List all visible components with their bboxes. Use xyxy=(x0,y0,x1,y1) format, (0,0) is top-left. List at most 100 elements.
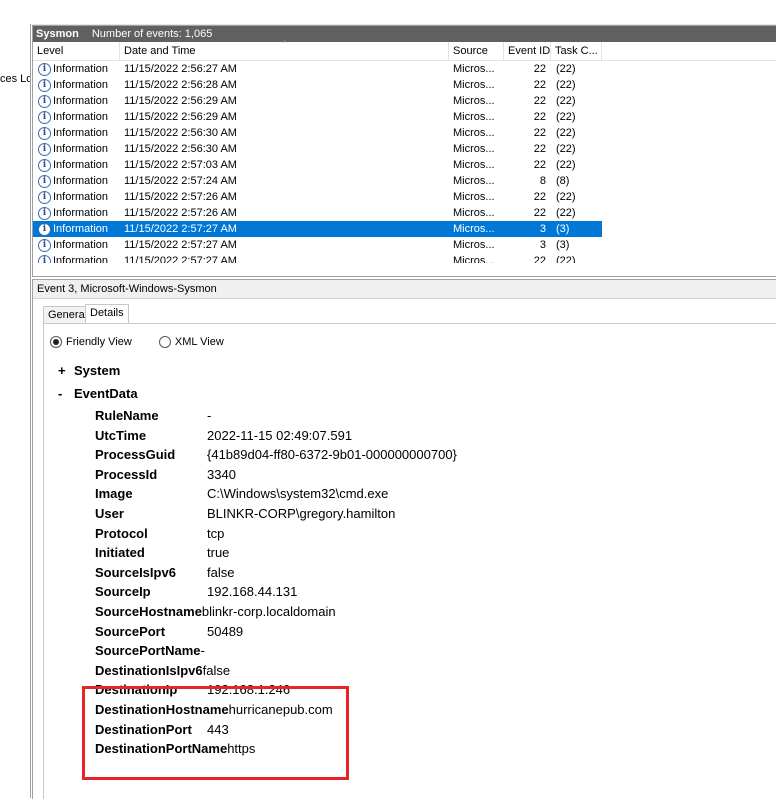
xml-view-label[interactable]: XML View xyxy=(175,336,224,348)
field-value: true xyxy=(207,545,230,561)
field-key: UtcTime xyxy=(95,427,147,443)
level-text: Information xyxy=(53,207,109,219)
source-cell: Micros... xyxy=(453,191,495,203)
level-text: Information xyxy=(53,79,109,91)
source-cell: Micros... xyxy=(453,255,495,263)
event-field-row: Image C:\Windows\system32\cmd.exe xyxy=(95,484,388,503)
field-key: DestinationIsIpv6 xyxy=(95,662,203,678)
column-task-category[interactable]: Task C... xyxy=(551,42,602,60)
field-value: 2022-11-15 02:49:07.591 xyxy=(207,427,353,443)
source-cell: Micros... xyxy=(453,175,495,187)
level-cell: i Information xyxy=(38,173,108,189)
date-time-cell: 11/15/2022 2:56:28 AM xyxy=(124,79,237,91)
date-time-cell: 11/15/2022 2:56:30 AM xyxy=(124,143,237,155)
table-row[interactable]: i Information 11/15/2022 2:56:30 AM Micros.… xyxy=(33,125,776,141)
source-cell: Micros... xyxy=(453,63,495,75)
table-row[interactable]: i Information 11/15/2022 2:57:26 AM Micros.… xyxy=(33,205,776,221)
friendly-view-radio[interactable] xyxy=(50,336,62,349)
table-row-selected[interactable]: i Information 11/15/2022 2:57:27 AM Micros.… xyxy=(33,221,602,237)
field-key: SourcePortName xyxy=(95,643,201,659)
date-time-cell: 11/15/2022 2:57:27 AM xyxy=(124,239,237,251)
event-id-cell: 22 xyxy=(533,191,546,203)
field-key: User xyxy=(95,506,124,521)
information-icon: i xyxy=(38,222,51,236)
event-id-cell: 22 xyxy=(533,127,546,139)
event-rows: i Information 11/15/2022 2:56:27 AM Micros.… xyxy=(33,61,776,263)
tree-node-eventdata-label: EventData xyxy=(74,386,138,401)
level-cell: i Information xyxy=(38,237,108,253)
level-cell: i Information xyxy=(38,189,108,205)
table-row[interactable]: i Information 11/15/2022 2:57:03 AM Micros.… xyxy=(33,157,776,173)
information-icon: i xyxy=(38,174,51,188)
field-key: RuleName xyxy=(95,408,159,423)
level-text: Information xyxy=(53,255,109,263)
field-key: SourceIp xyxy=(95,584,151,600)
event-field-row: Protocol tcp xyxy=(95,524,224,543)
field-key: SourceHostname xyxy=(95,604,202,619)
information-icon: i xyxy=(38,254,51,263)
table-row[interactable]: i Information 11/15/2022 2:56:27 AM Micros.… xyxy=(33,61,776,77)
expand-plus-icon[interactable]: + xyxy=(58,363,74,378)
xml-view-radio[interactable] xyxy=(158,336,171,349)
table-row[interactable]: i Information 11/15/2022 2:56:30 AM Micros.… xyxy=(33,141,776,157)
field-key: Protocol xyxy=(95,525,148,541)
event-field-row: SourcePort 50489 xyxy=(95,622,243,641)
event-id-cell: 22 xyxy=(533,111,546,123)
information-icon: i xyxy=(38,110,51,124)
table-row[interactable]: i Information 11/15/2022 2:57:27 AM Micros.… xyxy=(33,237,776,253)
task-category-cell: (22) xyxy=(556,95,576,107)
source-cell: Micros... xyxy=(453,79,495,91)
source-cell: Micros... xyxy=(453,127,495,139)
table-row[interactable]: i Information 11/15/2022 2:56:28 AM Micros.… xyxy=(33,77,776,93)
information-icon: i xyxy=(38,158,51,172)
tree-node-system-label: System xyxy=(74,363,121,378)
log-title-bar: Sysmon Number of events: 1,065 xyxy=(33,26,776,42)
level-cell: i Information xyxy=(38,93,108,109)
nav-item-fragment[interactable]: ces Lo xyxy=(0,73,30,85)
event-id-cell: 3 xyxy=(539,223,546,235)
level-text: Information xyxy=(53,63,109,75)
sort-ascending-icon: ⌃ xyxy=(281,39,289,49)
level-text: Information xyxy=(53,143,109,155)
event-field-row: RuleName - xyxy=(95,406,211,425)
date-time-cell: 11/15/2022 2:56:30 AM xyxy=(124,127,237,139)
information-icon: i xyxy=(38,94,51,108)
date-time-cell: 11/15/2022 2:57:26 AM xyxy=(124,191,237,203)
tree-node-eventdata[interactable]: - EventData xyxy=(58,386,138,401)
field-key: SourcePort xyxy=(95,623,166,639)
field-value: 192.168.44.131 xyxy=(207,584,298,600)
table-row[interactable]: i Information 11/15/2022 2:57:24 AM Micros.… xyxy=(33,173,776,189)
tree-node-system[interactable]: + System xyxy=(58,363,120,378)
level-cell: i Information xyxy=(38,205,108,221)
tab-details[interactable]: Details xyxy=(85,304,129,324)
field-value: false xyxy=(207,564,235,580)
column-event-id[interactable]: Event ID xyxy=(504,42,551,60)
information-icon: i xyxy=(38,238,51,252)
field-key: SourceIsIpv6 xyxy=(95,564,176,580)
field-key: Initiated xyxy=(95,545,145,561)
table-row[interactable]: i Information 11/15/2022 2:57:26 AM Micros.… xyxy=(33,189,776,205)
field-value: BLINKR-CORP\gregory.hamilton xyxy=(207,506,396,521)
table-row[interactable]: i Information 11/15/2022 2:57:27 AM Micros.… xyxy=(33,253,776,263)
column-header: Level Date and Time ⌃ Source Event ID Ta… xyxy=(33,39,776,61)
level-cell: i Information xyxy=(38,221,108,237)
event-id-cell: 8 xyxy=(539,175,546,187)
table-row[interactable]: i Information 11/15/2022 2:56:29 AM Micros.… xyxy=(33,109,776,125)
event-field-row: Initiated true xyxy=(95,543,229,562)
event-field-row: SourceIsIpv6 false xyxy=(95,563,234,582)
information-icon: i xyxy=(38,142,51,156)
column-source[interactable]: Source xyxy=(449,42,504,60)
date-time-cell: 11/15/2022 2:57:03 AM xyxy=(124,159,237,171)
friendly-view-label[interactable]: Friendly View xyxy=(66,336,132,348)
field-value: 50489 xyxy=(207,623,244,639)
navigation-pane[interactable]: ces Lo xyxy=(0,24,31,798)
information-icon: i xyxy=(38,126,51,140)
column-level[interactable]: Level xyxy=(33,42,120,60)
task-category-cell: (22) xyxy=(556,191,576,203)
task-category-cell: (22) xyxy=(556,127,576,139)
event-field-row: SourcePortName- xyxy=(95,641,205,660)
field-value: tcp xyxy=(207,525,225,541)
collapse-minus-icon[interactable]: - xyxy=(58,386,74,401)
level-cell: i Information xyxy=(38,109,108,125)
table-row[interactable]: i Information 11/15/2022 2:56:29 AM Micros.… xyxy=(33,93,776,109)
